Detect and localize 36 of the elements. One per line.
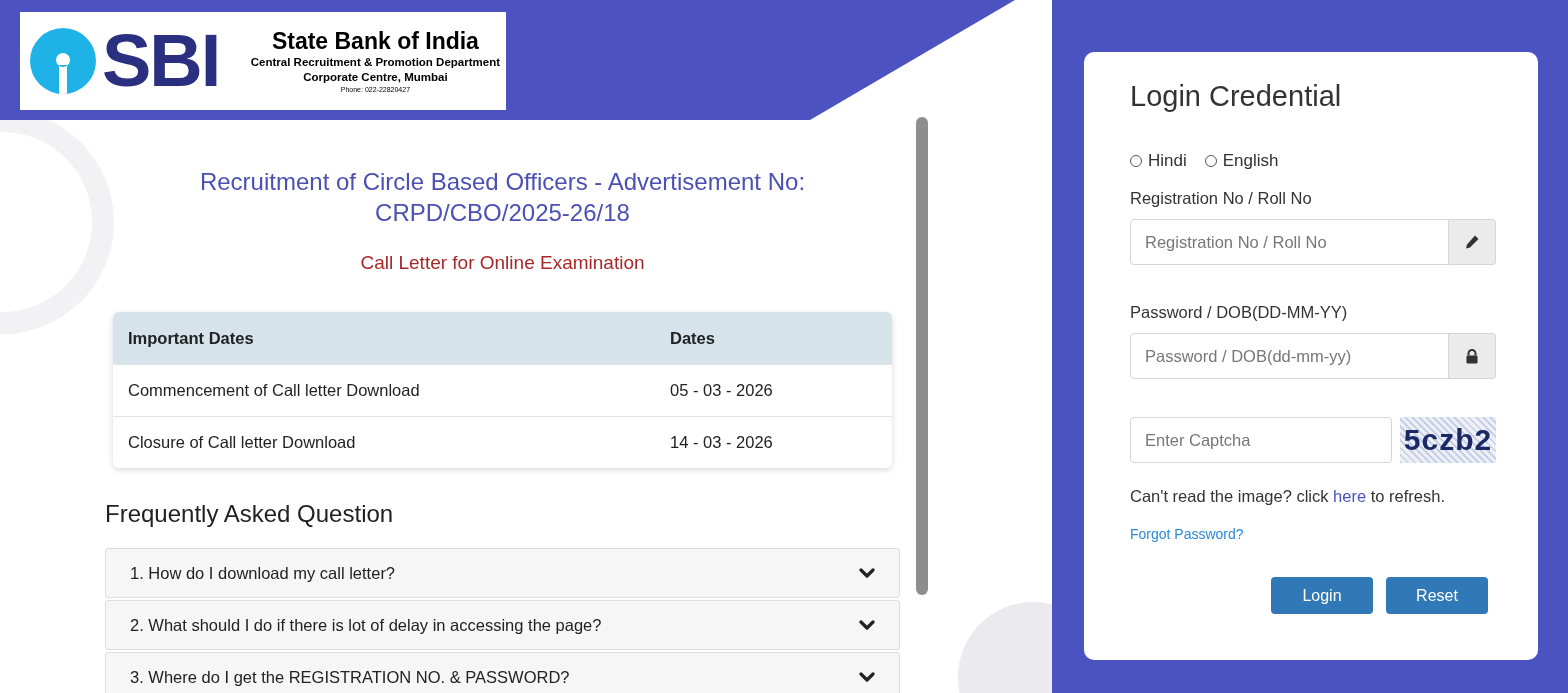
input-field[interactable]: Registration No / Roll No [1130,219,1449,265]
forgot-password-link[interactable]: Forgot Password? [1130,526,1244,542]
reset-button[interactable]: Reset [1386,577,1488,614]
pencil-icon [1464,234,1480,250]
field-label: Password / DOB(DD-MM-YY) [1130,303,1349,322]
input-field[interactable]: Password / DOB(dd-mm-yy) [1130,333,1449,379]
page-title: Recruitment of Circle Based Officers - Advertisement No: CRPD/CBO/2025-26/18 [198,167,807,228]
bank-name: State Bank of India [271,27,479,55]
chevron-icon [859,671,875,683]
logo-wordmark: SBI [102,24,220,98]
refresh-link[interactable]: here [1333,487,1367,505]
table-cell: 05 - 03 - 2026 [670,381,773,400]
scrollbar-thumb[interactable] [916,117,928,595]
faq-item[interactable]: 3. Where do I get the REGISTRATION NO. & PASSWORD? [105,652,900,693]
language-radio[interactable]: English [1204,151,1279,171]
table-cell: 14 - 03 - 2026 [670,433,773,452]
faq-heading: Frequently Asked Question [105,500,395,528]
column-header: Important Dates [127,328,255,348]
field-label: Registration No / Roll No [1130,189,1313,208]
faq-item[interactable]: 1. How do I download my call letter? [105,548,900,598]
department-line: Central Recruitment & Promotion Department [250,55,500,70]
refresh-note: Can't read the image? click here to refresh. [1130,487,1446,506]
chevron-icon [859,619,875,631]
captcha-image: 5czb2 [1400,417,1496,463]
table-cell-text: Closure of Call letter Download [127,433,357,452]
login-button[interactable]: Login [1271,577,1373,614]
chevron-icon [859,567,875,579]
language-radio[interactable]: Hindi [1130,151,1187,171]
captcha-field[interactable]: Enter Captcha [1130,417,1392,463]
department-line: Corporate Centre, Mumbai [303,70,448,85]
table-cell-text: Commencement of Call letter Download [127,381,421,400]
login-title: Login Credential [1130,80,1343,113]
column-header: Dates [670,328,715,348]
faq-item[interactable]: 2. What should I do if there is lot of delay in accessing the page? [105,600,900,650]
page-subtitle: Call Letter for Online Examination [359,252,646,274]
lock-icon [1466,348,1478,364]
